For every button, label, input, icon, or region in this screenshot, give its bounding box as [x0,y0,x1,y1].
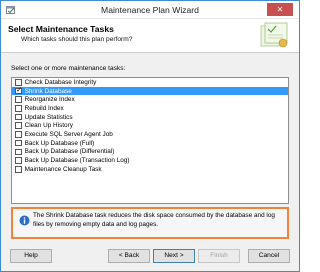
finish-button: Finish [198,249,240,263]
task-label: Maintenance Cleanup Task [24,165,102,173]
task-checkbox[interactable] [15,122,22,130]
page-title: Select Maintenance Tasks [8,24,114,34]
wizard-window: Maintenance Plan Wizard ✕ Select Mainten… [0,0,300,272]
wizard-graphic-icon [260,22,288,48]
task-description-text: The Shrink Database task reduces the dis… [33,212,275,228]
task-checkbox[interactable] [15,139,22,147]
task-label: Check Database Integrity [24,78,97,86]
task-checkbox[interactable] [15,148,22,156]
task-label: Back Up Database (Full) [24,139,95,147]
task-label: Execute SQL Server Agent Job [24,130,113,138]
task-checkbox[interactable] [15,113,22,121]
task-item[interactable]: Back Up Database (Transaction Log) [12,156,288,165]
task-item[interactable]: Maintenance Cleanup Task [12,165,288,174]
info-icon [19,215,30,226]
task-checkbox[interactable] [15,157,22,164]
cancel-button[interactable]: Cancel [248,249,290,263]
page-subtitle: Which tasks should this plan perform? [21,36,133,43]
title-bar[interactable]: Maintenance Plan Wizard ✕ [1,1,299,19]
maintenance-task-list[interactable]: Check Database Integrity ✓ Shrink Database… [11,77,289,204]
window-title: Maintenance Plan Wizard [101,5,199,15]
task-item[interactable]: Execute SQL Server Agent Job [12,130,288,139]
task-item[interactable]: Rebuild Index [12,104,288,113]
task-label: Shrink Database [24,87,72,95]
task-checkbox[interactable] [15,165,22,173]
task-description-panel: The Shrink Database task reduces the dis… [11,207,289,239]
wizard-header: Select Maintenance Tasks Which tasks sho… [1,19,299,53]
task-label: Back Up Database (Differential) [24,148,115,156]
task-item[interactable]: Back Up Database (Full) [12,139,288,148]
task-item[interactable]: Update Statistics [12,113,288,122]
next-button[interactable]: Next > [153,249,195,263]
task-checkbox[interactable] [15,96,22,104]
task-checkbox[interactable]: ✓ [15,84,23,95]
task-label: Rebuild Index [24,104,64,112]
task-label: Clean Up History [24,122,73,130]
task-item[interactable]: Clean Up History [12,121,288,130]
check-mark-icon: ✓ [16,84,23,94]
task-item[interactable]: Back Up Database (Differential) [12,148,288,157]
close-button[interactable]: ✕ [267,3,293,16]
task-label: Update Statistics [24,113,73,121]
task-item[interactable]: ✓ Shrink Database [12,84,288,96]
task-item[interactable]: Reorganize Index [12,95,288,104]
task-checkbox[interactable] [15,105,22,112]
task-checkbox[interactable] [15,131,22,138]
task-label: Reorganize Index [24,96,75,104]
tasks-label: Select one or more maintenance tasks: [11,65,126,72]
back-button[interactable]: < Back [108,249,150,263]
help-button[interactable]: Help [10,249,52,263]
task-item[interactable]: Check Database Integrity [12,78,288,87]
task-label: Back Up Database (Transaction Log) [24,157,130,165]
